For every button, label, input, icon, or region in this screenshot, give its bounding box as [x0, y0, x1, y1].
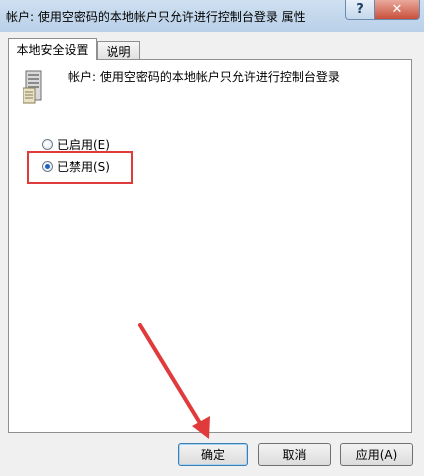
cancel-button[interactable]: 取消 [258, 443, 331, 466]
tab-explain[interactable]: 说明 [97, 41, 140, 60]
ok-button[interactable]: 确定 [178, 443, 248, 466]
title-bar: 帐户: 使用空密码的本地帐户只允许进行控制台登录 属性 ? ✕ [0, 0, 424, 32]
tab-local-security-setting[interactable]: 本地安全设置 [8, 38, 97, 60]
highlight-box [27, 151, 133, 184]
tab-panel [8, 59, 412, 433]
server-policy-icon [23, 70, 42, 104]
window-title: 帐户: 使用空密码的本地帐户只允许进行控制台登录 属性 [6, 10, 306, 24]
apply-button[interactable]: 应用(A) [340, 443, 413, 466]
policy-name: 帐户: 使用空密码的本地帐户只允许进行控制台登录 [68, 70, 340, 84]
close-button[interactable]: ✕ [374, 0, 420, 20]
help-button[interactable]: ? [345, 0, 375, 20]
radio-enabled[interactable] [42, 139, 53, 150]
